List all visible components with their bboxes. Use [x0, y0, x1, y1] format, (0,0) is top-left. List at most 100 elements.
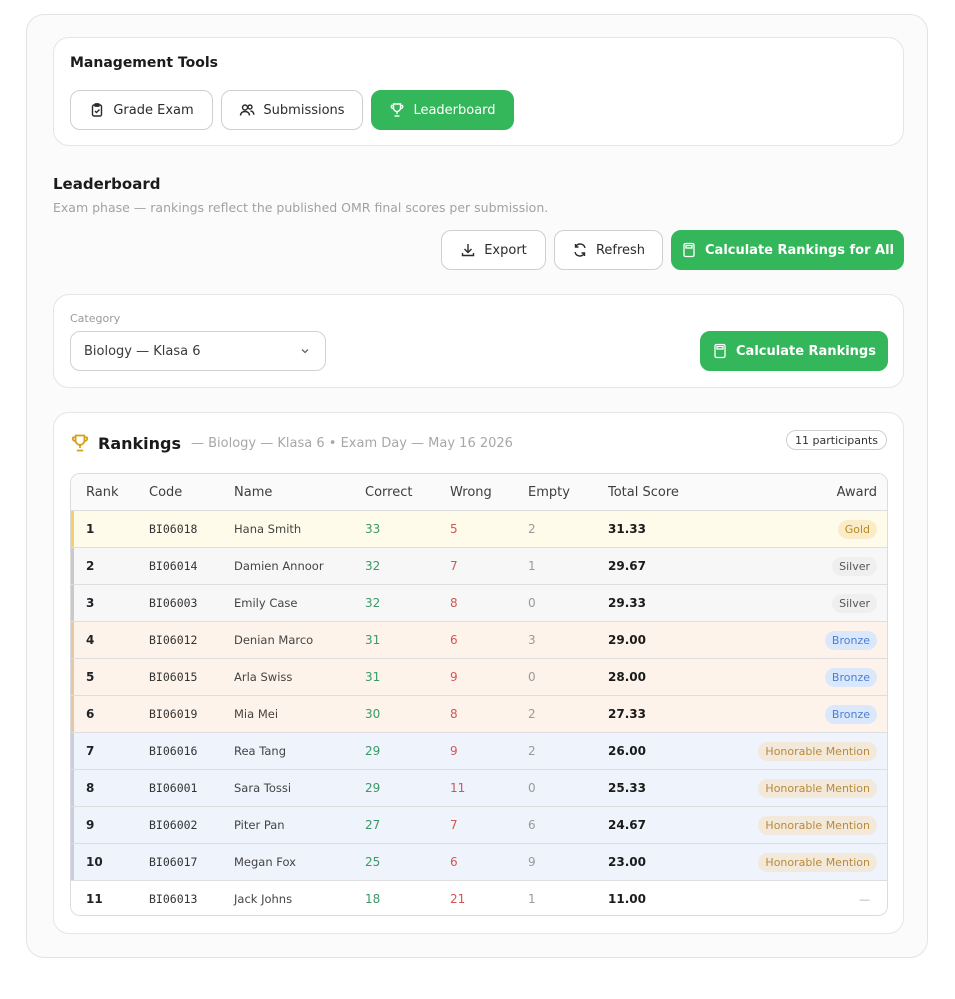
table-row[interactable]: 7 BI06016 Rea Tang 29 9 2 26.00 Honorable Menti…	[71, 732, 887, 769]
cell-wrong: 11	[450, 781, 466, 795]
calculator-icon	[714, 343, 726, 359]
award-badge: Honorable Mention	[758, 852, 877, 872]
cell-code: BI06013	[149, 892, 198, 906]
award-badge: Silver	[832, 593, 877, 613]
table-row[interactable]: 10 BI06017 Megan Fox 25 6 9 23.00 Honorable Men…	[71, 843, 887, 880]
users-icon	[240, 104, 255, 116]
cell-award: Gold	[837, 511, 877, 547]
column-header-wrong[interactable]: Wrong	[450, 474, 492, 510]
cell-code: BI06015	[149, 670, 198, 684]
cell-total: 29.67	[608, 559, 646, 573]
leaderboard-tab-button[interactable]: Leaderboard	[371, 90, 514, 130]
award-badge: Bronze	[824, 704, 877, 724]
submissions-button[interactable]: Submissions	[221, 90, 363, 130]
table-row[interactable]: 5 BI06015 Arla Swiss 31 9 0 28.00 Bronze	[71, 658, 887, 695]
column-header-code[interactable]: Code	[149, 474, 182, 510]
download-icon	[462, 244, 475, 257]
chevron-down-icon	[301, 349, 309, 354]
rankings-meta: — Biology — Klasa 6 • Exam Day — May 16 …	[191, 435, 513, 451]
cell-wrong: 9	[450, 744, 458, 758]
cell-wrong: 6	[450, 855, 458, 869]
award-badge: Gold	[837, 519, 877, 539]
cell-name: Denian Marco	[234, 633, 314, 647]
cell-total: 28.00	[608, 670, 646, 684]
refresh-button[interactable]: Refresh	[554, 230, 663, 270]
cell-wrong: 8	[450, 707, 458, 721]
row-tier-indicator	[71, 511, 74, 547]
table-row[interactable]: 4 BI06012 Denian Marco 31 6 3 29.00 Bronze	[71, 621, 887, 658]
cell-empty: 0	[528, 781, 536, 795]
cell-empty: 9	[528, 855, 536, 869]
column-header-award[interactable]: Award	[837, 474, 877, 510]
cell-correct: 31	[365, 670, 381, 684]
award-badge: Bronze	[824, 630, 877, 650]
award-badge: Honorable Mention	[758, 815, 877, 835]
award-badge: Bronze	[824, 667, 877, 687]
rankings-header: Rankings — Biology — Klasa 6 • Exam Day …	[70, 433, 513, 453]
cell-total: 26.00	[608, 744, 646, 758]
rankings-card: Rankings — Biology — Klasa 6 • Exam Day …	[53, 412, 904, 934]
column-header-name[interactable]: Name	[234, 474, 272, 510]
award-badge: —	[859, 892, 870, 906]
cell-rank: 9	[86, 818, 95, 832]
column-header-rank[interactable]: Rank	[86, 474, 118, 510]
row-tier-indicator	[71, 548, 74, 584]
column-header-empty[interactable]: Empty	[528, 474, 570, 510]
table-row[interactable]: 9 BI06002 Piter Pan 27 7 6 24.67 Honorable Ment…	[71, 806, 887, 843]
table-row[interactable]: 2 BI06014 Damien Annoor 32 7 1 29.67 Silver	[71, 547, 887, 584]
cell-wrong: 6	[450, 633, 458, 647]
cell-name: Piter Pan	[234, 818, 285, 832]
cell-correct: 29	[365, 744, 381, 758]
cell-rank: 10	[86, 855, 103, 869]
calculate-rankings-all-button[interactable]: Calculate Rankings for All	[671, 230, 904, 270]
table-row[interactable]: 8 BI06001 Sara Tossi 29 11 0 25.33 Honorable Me…	[71, 769, 887, 806]
row-tier-indicator	[71, 881, 74, 915]
cell-rank: 1	[86, 522, 95, 536]
cell-rank: 6	[86, 707, 95, 721]
table-row[interactable]: 6 BI06019 Mia Mei 30 8 2 27.33 Bronze	[71, 695, 887, 732]
calculate-rankings-all-label: Calculate Rankings for All	[705, 242, 894, 258]
cell-code: BI06017	[149, 855, 198, 869]
row-tier-indicator	[71, 585, 74, 621]
row-tier-indicator	[71, 807, 74, 843]
table-row[interactable]: 11 BI06013 Jack Johns 18 21 1 11.00 —	[71, 880, 887, 915]
calculate-rankings-button[interactable]: Calculate Rankings	[700, 331, 888, 371]
cell-total: 24.67	[608, 818, 646, 832]
category-label: Category	[70, 312, 121, 325]
column-header-correct[interactable]: Correct	[365, 474, 412, 510]
category-selected-value: Biology — Klasa 6	[84, 343, 201, 359]
cell-wrong: 7	[450, 818, 458, 832]
cell-award: Honorable Mention	[758, 733, 877, 769]
cell-empty: 2	[528, 744, 536, 758]
cell-correct: 29	[365, 781, 381, 795]
column-header-total[interactable]: Total Score	[608, 474, 679, 510]
cell-total: 29.00	[608, 633, 646, 647]
grade-exam-button[interactable]: Grade Exam	[70, 90, 213, 130]
cell-rank: 2	[86, 559, 95, 573]
cell-empty: 0	[528, 596, 536, 610]
cell-rank: 5	[86, 670, 95, 684]
cell-award: Honorable Mention	[758, 807, 877, 843]
cell-correct: 25	[365, 855, 381, 869]
cell-empty: 6	[528, 818, 536, 832]
table-row[interactable]: 3 BI06003 Emily Case 32 8 0 29.33 Silver	[71, 584, 887, 621]
cell-wrong: 5	[450, 522, 458, 536]
award-badge: Honorable Mention	[758, 778, 877, 798]
cell-empty: 2	[528, 522, 536, 536]
cell-rank: 11	[86, 892, 103, 906]
submissions-label: Submissions	[263, 102, 345, 118]
cell-name: Hana Smith	[234, 522, 302, 536]
cell-award: Bronze	[824, 659, 877, 695]
award-badge: Silver	[832, 556, 877, 576]
table-row[interactable]: 1 BI06018 Hana Smith 33 5 2 31.33 Gold	[71, 510, 887, 547]
cell-name: Emily Case	[234, 596, 298, 610]
trophy-icon	[71, 434, 89, 452]
cell-code: BI06002	[149, 818, 198, 832]
cell-correct: 31	[365, 633, 381, 647]
cell-correct: 18	[365, 892, 381, 906]
cell-correct: 33	[365, 522, 381, 536]
export-button[interactable]: Export	[441, 230, 546, 270]
category-select[interactable]: Biology — Klasa 6	[70, 331, 326, 371]
main-panel: Management Tools Grade Exam Submissions …	[26, 14, 928, 958]
cell-rank: 8	[86, 781, 95, 795]
